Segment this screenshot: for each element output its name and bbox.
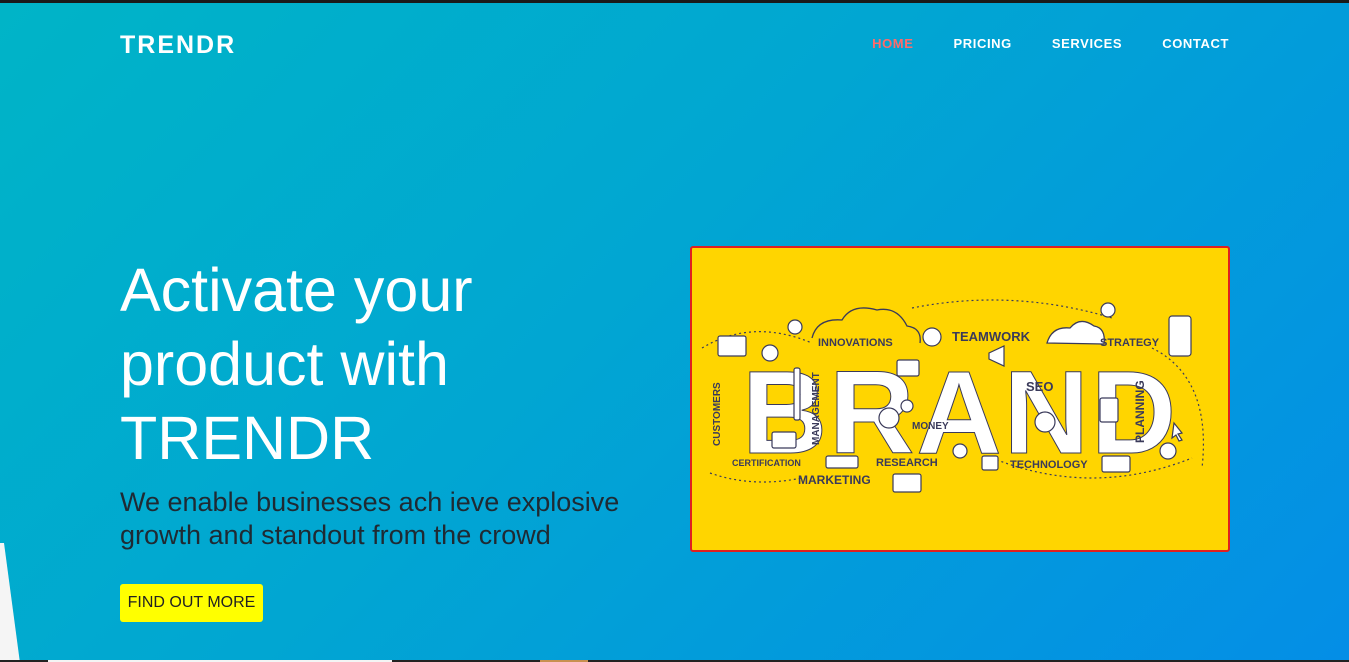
label-money: MONEY — [912, 421, 949, 432]
puzzle-icon — [981, 455, 999, 471]
brand-illustration: BRAND INNOVATIONS TEAMWORK STRATEGY CUST… — [690, 246, 1230, 552]
bell-icon — [787, 319, 803, 335]
lightbulb-icon — [1100, 302, 1116, 318]
nav-services-link[interactable]: SERVICES — [1052, 36, 1122, 51]
label-strategy: STRATEGY — [1100, 337, 1160, 349]
label-seo: SEO — [1026, 379, 1053, 394]
hero-headline: Activate your product with TRENDR — [120, 253, 640, 475]
label-innovations: INNOVATIONS — [818, 337, 893, 349]
label-planning: PLANNING — [1133, 380, 1147, 443]
brand-illustration-svg: BRAND INNOVATIONS TEAMWORK STRATEGY CUST… — [701, 299, 1205, 493]
hero-section: TRENDR HOME PRICING SERVICES CONTACT Act… — [0, 3, 1349, 660]
headline-line: TRENDR — [120, 404, 375, 472]
briefcase-icon — [717, 335, 747, 357]
gear-icon — [878, 407, 900, 429]
chart-circle-icon — [922, 327, 942, 347]
label-research: RESEARCH — [876, 457, 938, 469]
nav-home-link[interactable]: HOME — [872, 36, 913, 51]
pin-icon — [761, 344, 779, 362]
nav-pricing-link[interactable]: PRICING — [954, 36, 1012, 51]
label-technology: TECHNOLOGY — [1010, 459, 1088, 471]
decorative-slant — [0, 543, 20, 660]
pencil-icon — [793, 367, 801, 421]
phone-user-icon — [1168, 315, 1192, 357]
site-logo[interactable]: TRENDR — [120, 31, 236, 60]
find-out-more-button[interactable]: FIND OUT MORE — [120, 584, 263, 622]
label-marketing: MARKETING — [798, 473, 871, 487]
id-card-icon — [825, 455, 859, 469]
puzzle-pieces-icon — [1101, 455, 1131, 473]
main-nav: HOME PRICING SERVICES CONTACT — [872, 36, 1229, 51]
subtitle-line: growth and standout from the crowd — [120, 520, 551, 550]
label-management: MANAGEMENT — [811, 372, 822, 445]
label-customers: CUSTOMERS — [712, 382, 723, 446]
subtitle-line: We enable businesses ach ieve explosive — [120, 487, 620, 517]
magnifier-icon — [952, 443, 968, 459]
hero-subtitle: We enable businesses ach ieve explosive … — [120, 486, 660, 552]
document-icon — [896, 359, 920, 377]
label-certification: CERTIFICATION — [732, 458, 801, 468]
clock-icon — [1159, 442, 1177, 460]
small-gear-icon — [900, 399, 914, 413]
pie-chart-icon — [1034, 411, 1056, 433]
headline-line: Activate your — [120, 256, 473, 324]
label-teamwork: TEAMWORK — [952, 329, 1031, 344]
envelope-icon — [892, 473, 922, 493]
headline-line: product with — [120, 330, 449, 398]
files-icon — [1099, 397, 1119, 423]
nav-contact-link[interactable]: CONTACT — [1162, 36, 1229, 51]
presentation-icon — [771, 431, 797, 449]
